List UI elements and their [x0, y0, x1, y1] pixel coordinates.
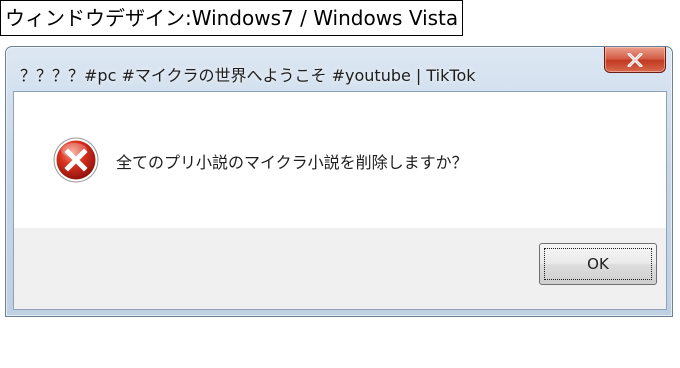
dialog-window: ？？？？#pc #マイクラの世界へようこそ #youtube | TikTok: [5, 46, 673, 317]
close-x-icon: [627, 52, 643, 67]
caption-label: ウィンドウデザイン:Windows7 / Windows Vista: [0, 0, 464, 36]
error-icon: [53, 137, 99, 183]
message-area: 全てのプリ小説のマイクラ小説を削除しますか？: [14, 92, 666, 228]
dialog-client-area: 全てのプリ小説のマイクラ小説を削除しますか？ OK: [13, 91, 667, 310]
close-button[interactable]: [604, 47, 666, 73]
dialog-message: 全てのプリ小説のマイクラ小説を削除しますか？: [116, 153, 468, 172]
window-title: ？？？？#pc #マイクラの世界へようこそ #youtube | TikTok: [20, 66, 476, 85]
ok-button-label: OK: [544, 248, 652, 280]
title-bar[interactable]: ？？？？#pc #マイクラの世界へようこそ #youtube | TikTok: [6, 47, 672, 91]
ok-button[interactable]: OK: [539, 243, 657, 285]
